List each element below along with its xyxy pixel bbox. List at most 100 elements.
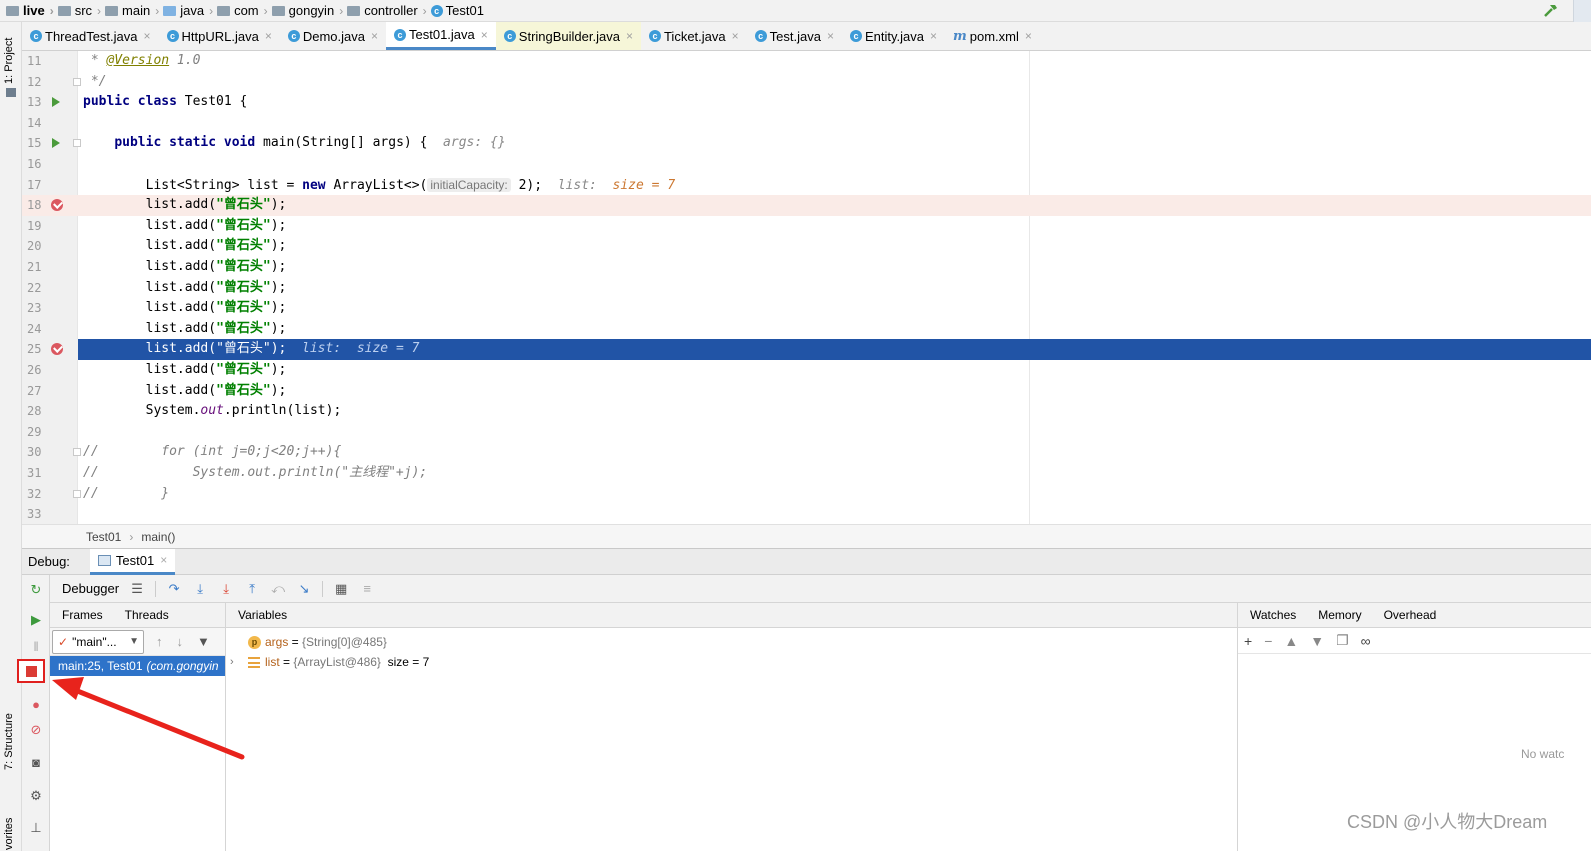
code-line[interactable]: 30 // for (int j=0;j<20;j++){ [22, 442, 1591, 463]
close-icon[interactable]: × [371, 29, 378, 43]
pause-icon[interactable]: ‖ [27, 637, 45, 655]
glasses-icon[interactable]: ∞ [1361, 633, 1371, 649]
tab-ticket[interactable]: c Ticket.java × [641, 22, 747, 50]
remove-watch-icon[interactable]: − [1264, 633, 1272, 649]
code-line[interactable]: 17 List<String> list = new ArrayList<>(i… [22, 175, 1591, 196]
tab-test[interactable]: c Test.java × [747, 22, 842, 50]
fold-icon[interactable] [73, 77, 81, 86]
code-line[interactable]: 32 // } [22, 484, 1591, 505]
arrow-down-icon[interactable]: ↓ [177, 634, 184, 649]
tab-stringbuilder[interactable]: c StringBuilder.java × [495, 22, 641, 50]
close-icon[interactable]: × [732, 29, 739, 43]
variable-row[interactable]: p args = {String[0]@485} [226, 632, 1237, 652]
camera-icon[interactable]: ◙ [27, 753, 45, 771]
toolbar-overflow-button[interactable] [1573, 0, 1591, 22]
code-line[interactable]: 12 */ [22, 72, 1591, 93]
nav-crumb-src[interactable]: src › [57, 3, 101, 18]
settings-gear-icon[interactable]: ⚙ [27, 787, 45, 805]
close-icon[interactable]: × [481, 28, 488, 42]
close-icon[interactable]: × [827, 29, 834, 43]
step-over-icon[interactable]: ↷ [166, 581, 182, 597]
code-line[interactable]: 27 list.add("曾石头"); [22, 381, 1591, 402]
close-icon[interactable]: × [930, 29, 937, 43]
tab-httpurl[interactable]: c HttpURL.java × [159, 22, 280, 50]
close-icon[interactable]: × [1025, 29, 1032, 43]
debugger-tab[interactable]: Debugger [62, 581, 119, 596]
run-to-cursor-icon[interactable]: ↘ [296, 581, 312, 597]
code-line[interactable]: 20 list.add("曾石头"); [22, 236, 1591, 257]
close-icon[interactable]: × [160, 553, 167, 567]
resume-icon[interactable]: ▶ [27, 611, 45, 629]
code-line[interactable]: 28 System.out.println(list); [22, 401, 1591, 422]
code-line[interactable]: 13 public class Test01 { [22, 92, 1591, 113]
copy-icon[interactable]: ❐ [1336, 632, 1349, 649]
code-line[interactable]: 16 [22, 154, 1591, 175]
structure-tool-tab[interactable]: 7: Structure [3, 713, 15, 770]
code-line-breakpoint[interactable]: 18 list.add("曾石头"); [22, 195, 1591, 216]
move-down-icon[interactable]: ▼ [1310, 633, 1324, 649]
layout-menu-icon[interactable]: ☰ [129, 581, 145, 597]
code-line[interactable]: 23 list.add("曾石头"); [22, 298, 1591, 319]
view-breakpoints-icon[interactable]: ● [27, 695, 45, 713]
drop-frame-icon[interactable]: ⤺ [270, 581, 286, 597]
nav-crumb-project[interactable]: live › [6, 3, 54, 18]
project-tool-tab[interactable]: 1: Project [3, 38, 15, 84]
nav-crumb-com[interactable]: com › [217, 3, 268, 18]
tab-threadtest[interactable]: c ThreadTest.java × [22, 22, 159, 50]
tab-demo[interactable]: c Demo.java × [280, 22, 386, 50]
tab-overhead[interactable]: Overhead [1384, 608, 1437, 622]
arrow-up-icon[interactable]: ↑ [156, 634, 163, 649]
tab-frames[interactable]: Frames [62, 608, 103, 622]
tab-pom[interactable]: m pom.xml × [945, 22, 1040, 50]
code-line[interactable]: 29 [22, 422, 1591, 443]
variable-row[interactable]: › list = {ArrayList@486} size = 7 [226, 652, 1237, 672]
nav-crumb-java[interactable]: java › [163, 3, 213, 18]
code-line[interactable]: 21 list.add("曾石头"); [22, 257, 1591, 278]
fold-icon[interactable] [73, 448, 81, 457]
close-icon[interactable]: × [265, 29, 272, 43]
stop-button[interactable] [17, 659, 45, 683]
code-line[interactable]: 26 list.add("曾石头"); [22, 360, 1591, 381]
tab-memory[interactable]: Memory [1318, 608, 1361, 622]
expand-chevron-icon[interactable]: › [230, 656, 248, 668]
current-execution-line[interactable]: 25 list.add("曾石头"); list: size = 7 [22, 339, 1591, 360]
breadcrumb-method[interactable]: main() [141, 530, 175, 544]
code-editor[interactable]: 11 * @Version 1.0 12 */ 13 public class … [22, 51, 1591, 524]
add-watch-icon[interactable]: + [1244, 633, 1252, 649]
build-hammer-icon[interactable] [1543, 2, 1559, 18]
nav-crumb-main[interactable]: main › [105, 3, 159, 18]
stack-frame-row[interactable]: main:25, Test01 (com.gongyin [50, 656, 225, 676]
nav-crumb-gongyin[interactable]: gongyin › [271, 3, 343, 18]
nav-crumb-controller[interactable]: controller › [347, 3, 427, 18]
pin-icon[interactable]: ⊥ [27, 819, 45, 837]
force-step-into-icon[interactable]: ⤓ [218, 581, 234, 597]
rerun-icon[interactable]: ↻ [27, 581, 45, 599]
tab-watches[interactable]: Watches [1250, 608, 1296, 622]
nav-crumb-test01[interactable]: c Test01 [430, 3, 484, 18]
code-line[interactable]: 33 [22, 504, 1591, 524]
step-out-icon[interactable]: ⤒ [244, 581, 260, 597]
move-up-icon[interactable]: ▲ [1284, 633, 1298, 649]
mute-breakpoints-icon[interactable]: ⊘ [27, 721, 45, 739]
run-gutter-icon[interactable] [52, 138, 60, 149]
tab-entity[interactable]: c Entity.java × [842, 22, 945, 50]
code-line[interactable]: 24 list.add("曾石头"); [22, 319, 1591, 340]
fold-icon[interactable] [73, 139, 81, 148]
evaluate-expression-icon[interactable]: ▦ [333, 581, 349, 597]
code-line[interactable]: 31 // System.out.println("主线程"+j); [22, 463, 1591, 484]
trace-icon[interactable]: ≡ [359, 581, 375, 597]
run-gutter-icon[interactable] [52, 97, 60, 108]
close-icon[interactable]: × [626, 29, 633, 43]
tab-test01[interactable]: c Test01.java × [386, 22, 496, 50]
code-line[interactable]: 15 public static void main(String[] args… [22, 133, 1591, 154]
thread-dropdown[interactable]: ✓ "main"... ▼ [52, 629, 144, 654]
fold-icon[interactable] [73, 489, 81, 498]
close-icon[interactable]: × [144, 29, 151, 43]
code-line[interactable]: 11 * @Version 1.0 [22, 51, 1591, 72]
favorites-tool-tab[interactable]: vorites [3, 818, 15, 850]
step-into-icon[interactable]: ⤓ [192, 581, 208, 597]
code-line[interactable]: 19 list.add("曾石头"); [22, 216, 1591, 237]
debug-session-tab[interactable]: Test01 × [89, 548, 176, 575]
tab-threads[interactable]: Threads [125, 608, 169, 622]
breadcrumb-class[interactable]: Test01 [86, 530, 121, 544]
